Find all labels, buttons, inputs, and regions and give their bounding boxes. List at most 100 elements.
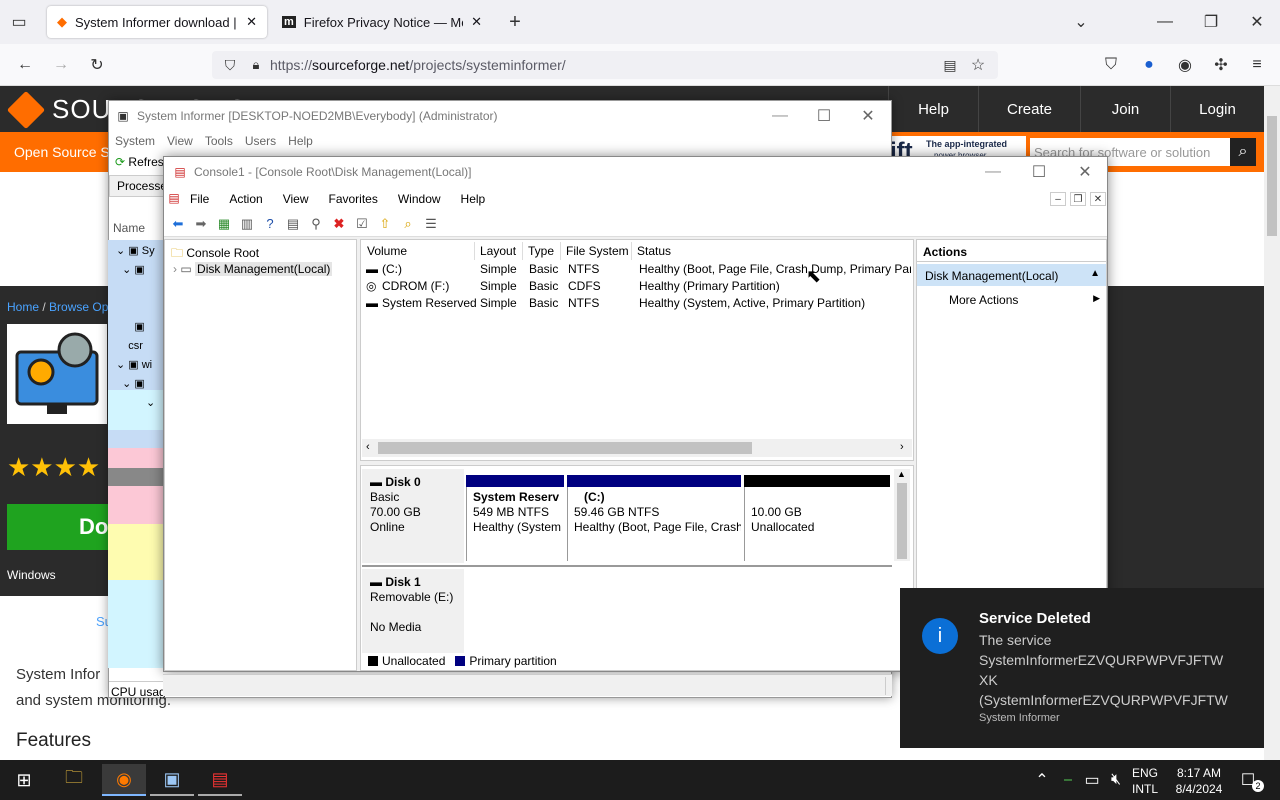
tab-list-icon[interactable]: ▭ <box>8 12 30 32</box>
start-windows-icon[interactable]: ⊞ <box>2 764 46 796</box>
tracking-shield-icon[interactable]: ⛉ <box>220 55 240 75</box>
process-row[interactable]: ⌄ <box>116 394 155 413</box>
lock-icon[interactable]: 🔒︎ <box>246 55 266 75</box>
folder-up-icon[interactable]: ⇧ <box>375 214 395 234</box>
volume-muted-icon[interactable]: 🔇︎ <box>1106 770 1126 790</box>
process-row[interactable]: csr <box>116 337 155 356</box>
help-icon[interactable]: ? <box>260 214 280 234</box>
tab-processes[interactable]: Processe <box>109 175 167 197</box>
search-folder-icon[interactable]: ⌕ <box>398 214 418 234</box>
more-actions-item[interactable]: More Actions ▶ <box>917 288 1106 310</box>
close-tab-icon[interactable]: ✕ <box>246 14 257 30</box>
breadcrumb-browse[interactable]: Browse Op <box>49 300 108 314</box>
service-deleted-toast[interactable]: i Service Deleted The service SystemInfo… <box>900 588 1264 748</box>
search-icon[interactable]: ⌕ <box>1230 138 1256 166</box>
menu-users[interactable]: Users <box>245 134 276 148</box>
language-indicator[interactable]: ENG INTL <box>1132 765 1158 797</box>
column-layout[interactable]: Layout <box>475 242 523 260</box>
scrollbar-thumb[interactable] <box>897 483 907 559</box>
close-window-icon[interactable]: ✕ <box>1246 12 1268 32</box>
up-folder-icon[interactable]: ▦ <box>214 214 234 234</box>
column-status[interactable]: Status <box>632 242 912 260</box>
tray-app-icon[interactable]: ⎯ <box>1058 770 1078 790</box>
close-tab-icon[interactable]: ✕ <box>471 14 482 30</box>
open-source-link[interactable]: Open Source Sc <box>14 144 117 160</box>
close-icon[interactable]: ✕ <box>857 105 879 127</box>
minimize-icon[interactable]: — <box>982 161 1004 183</box>
reload-icon[interactable]: ↻ <box>86 54 108 76</box>
nav-help-link[interactable]: Help <box>888 86 978 132</box>
tab-system-informer[interactable]: ◆ System Informer download | Sc ✕ <box>47 6 267 38</box>
reader-view-icon[interactable]: ▤ <box>940 55 960 75</box>
horizontal-scrollbar[interactable]: ‹ › <box>362 439 912 457</box>
minimize-icon[interactable]: — <box>1154 12 1176 32</box>
mmc-taskbar-icon[interactable]: ▤ <box>198 764 242 796</box>
vertical-scrollbar[interactable]: ▲ <box>894 469 910 561</box>
firefox-taskbar-icon[interactable]: ◉ <box>102 764 146 796</box>
close-icon[interactable]: ✕ <box>1074 161 1096 183</box>
new-tab-icon[interactable]: + <box>504 11 526 33</box>
menu-help[interactable]: Help <box>461 192 486 206</box>
bookmark-star-icon[interactable]: ☆ <box>968 55 988 75</box>
menu-help[interactable]: Help <box>288 134 313 148</box>
forward-icon[interactable]: ➡ <box>191 214 211 234</box>
partition-unallocated[interactable]: 10.00 GB Unallocated <box>744 487 890 561</box>
connect-icon[interactable]: ⚲ <box>306 214 326 234</box>
scrollbar-thumb[interactable] <box>378 442 752 454</box>
clock[interactable]: 8:17 AM 8/4/2024 <box>1168 765 1230 797</box>
system-informer-taskbar-icon[interactable]: ▣ <box>150 764 194 796</box>
account-icon[interactable]: ◉ <box>1174 54 1196 76</box>
list-all-tabs-chevron-icon[interactable]: ⌄ <box>1070 12 1092 32</box>
scrollbar-thumb[interactable] <box>1267 116 1277 236</box>
tab-firefox-privacy[interactable]: m Firefox Privacy Notice — Mozill ✕ <box>272 6 492 38</box>
partition-c[interactable]: (C:) 59.46 GB NTFS Healthy (Boot, Page F… <box>567 487 741 561</box>
network-icon[interactable]: ▭ <box>1082 770 1102 790</box>
scroll-up-icon[interactable]: ▲ <box>897 469 906 479</box>
menu-file[interactable]: File <box>190 192 209 206</box>
back-arrow-icon[interactable]: ← <box>14 54 36 76</box>
forward-arrow-icon[interactable]: → <box>50 54 72 76</box>
menu-view[interactable]: View <box>283 192 309 206</box>
process-row[interactable]: ▣ <box>116 318 155 337</box>
column-type[interactable]: Type <box>523 242 561 260</box>
maximize-icon[interactable]: ☐ <box>813 105 835 127</box>
nav-login-link[interactable]: Login <box>1170 86 1264 132</box>
minimize-icon[interactable]: — <box>769 105 791 127</box>
volume-row[interactable]: ▬ System Reserved Simple Basic NTFS Heal… <box>362 295 912 312</box>
process-row[interactable]: ⌄ ▣ Sy <box>116 242 155 261</box>
properties-icon[interactable]: ▤ <box>283 214 303 234</box>
menu-action[interactable]: Action <box>229 192 262 206</box>
child-restore-icon[interactable]: ❐ <box>1070 192 1086 206</box>
collapse-icon[interactable]: ▲ <box>1090 268 1100 279</box>
extension-globe-icon[interactable]: ● <box>1138 54 1160 76</box>
show-hide-tree-icon[interactable]: ▥ <box>237 214 257 234</box>
nav-create-link[interactable]: Create <box>978 86 1080 132</box>
process-row[interactable]: ⌄ ▣ wi <box>116 356 155 375</box>
maximize-icon[interactable]: ☐ <box>1028 161 1050 183</box>
menu-favorites[interactable]: Favorites <box>329 192 378 206</box>
url-bar[interactable]: ⛉ 🔒︎ https://sourceforge.net/projects/sy… <box>212 51 998 79</box>
child-minimize-icon[interactable]: – <box>1050 192 1066 206</box>
app-menu-icon[interactable]: ≡ <box>1246 54 1268 76</box>
disk0-info[interactable]: ▬ Disk 0 Basic 70.00 GB Online <box>362 469 464 563</box>
delete-icon[interactable]: ✖ <box>329 214 349 234</box>
column-volume[interactable]: Volume <box>362 242 475 260</box>
actions-section-disk-management[interactable]: Disk Management(Local) ▲ <box>917 264 1106 286</box>
list-view-icon[interactable]: ☰ <box>421 214 441 234</box>
breadcrumb-home[interactable]: Home <box>7 300 39 314</box>
download-button[interactable]: Do <box>7 504 108 550</box>
process-row[interactable]: ⌄ ▣ <box>116 261 155 280</box>
column-name[interactable]: Name <box>113 221 145 235</box>
pocket-icon[interactable]: ⛉ <box>1100 54 1122 76</box>
menu-window[interactable]: Window <box>398 192 441 206</box>
show-hidden-icons-chevron-icon[interactable]: ⌃ <box>1032 770 1052 790</box>
disk1-info[interactable]: ▬ Disk 1 Removable (E:) No Media <box>362 569 464 653</box>
process-row[interactable]: ⌄ ▣ <box>116 375 155 394</box>
menu-tools[interactable]: Tools <box>205 134 233 148</box>
partition-system-reserved[interactable]: System Reserv 549 MB NTFS Healthy (Syste… <box>466 487 564 561</box>
volume-row[interactable]: ▬ (C:) Simple Basic NTFS Healthy (Boot, … <box>362 261 912 278</box>
nav-join-link[interactable]: Join <box>1080 86 1170 132</box>
menu-system[interactable]: System <box>115 134 155 148</box>
page-scrollbar[interactable] <box>1264 86 1280 760</box>
extensions-puzzle-icon[interactable]: ✣ <box>1210 54 1232 76</box>
